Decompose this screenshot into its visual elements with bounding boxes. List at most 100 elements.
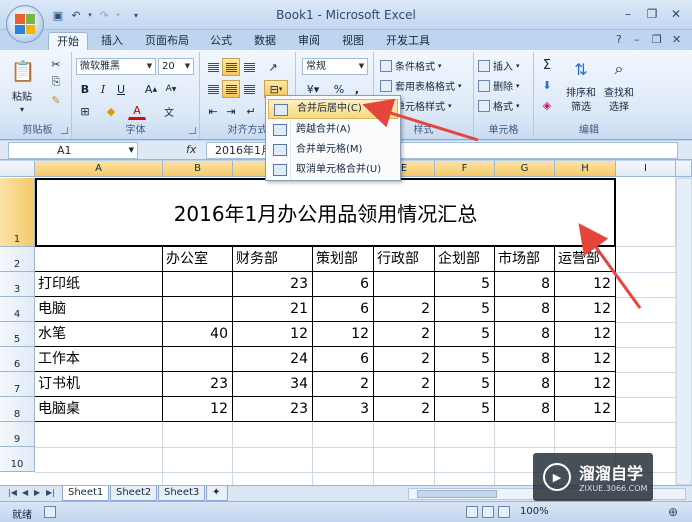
number-format-combo[interactable]: 常规 ▼ <box>302 58 368 75</box>
macro-record-icon[interactable] <box>44 506 56 518</box>
prev-sheet-icon[interactable]: ◀ <box>22 488 28 497</box>
font-color-icon[interactable]: A <box>128 102 146 120</box>
paste-dropdown-icon[interactable]: ▾ <box>12 104 32 114</box>
ribbon-minimize-button[interactable]: – <box>634 33 640 46</box>
cut-icon[interactable]: ✂ <box>48 56 64 72</box>
increase-indent-icon[interactable]: ⇥ <box>222 102 240 120</box>
tab-data[interactable]: 数据 <box>246 32 284 50</box>
italic-button[interactable]: I <box>94 80 112 98</box>
clear-icon[interactable]: ◈ <box>538 96 556 114</box>
sort-filter-label-2[interactable]: 筛选 <box>562 98 600 113</box>
fill-icon[interactable]: ⬇ <box>538 76 556 94</box>
phonetic-icon[interactable]: 文 <box>160 102 178 120</box>
page-break-view-icon[interactable] <box>498 506 510 518</box>
scrollbar-thumb[interactable] <box>417 490 497 498</box>
chevron-down-icon[interactable]: ▼ <box>182 59 193 74</box>
insert-cells-button[interactable]: 插入 ▾ <box>478 58 520 73</box>
orientation-icon[interactable]: ↗ <box>264 58 282 76</box>
align-bottom-icon[interactable] <box>240 58 258 76</box>
tab-insert[interactable]: 插入 <box>93 32 131 50</box>
restore-button[interactable]: ❐ <box>642 5 662 23</box>
copy-icon[interactable]: ⎘ <box>48 74 64 90</box>
cells-group: 插入 ▾ 删除 ▾ 格式 ▾ 单元格 <box>474 52 534 138</box>
first-sheet-icon[interactable]: |◀ <box>8 488 17 497</box>
tab-page-layout[interactable]: 页面布局 <box>137 32 197 50</box>
tab-home[interactable]: 开始 <box>48 32 88 50</box>
format-cells-icon <box>478 99 490 112</box>
insert-function-button[interactable]: fx <box>186 143 196 156</box>
tab-developer[interactable]: 开发工具 <box>378 32 438 50</box>
tab-review[interactable]: 审阅 <box>290 32 328 50</box>
menu-item-merge-cells[interactable]: 合并单元格(M) <box>268 140 398 160</box>
bold-button[interactable]: B <box>76 80 94 98</box>
wrap-text-icon[interactable]: ↵ <box>242 102 260 120</box>
font-size-combo[interactable]: 20 ▼ <box>158 58 194 75</box>
sort-filter-label[interactable]: 排序和 <box>562 84 600 99</box>
chevron-down-icon[interactable]: ▼ <box>129 143 134 158</box>
chevron-down-icon[interactable]: ▼ <box>144 59 155 74</box>
office-button[interactable] <box>6 5 44 43</box>
format-cells-button[interactable]: 格式 ▾ <box>478 98 520 113</box>
next-sheet-icon[interactable]: ▶ <box>34 488 40 497</box>
align-middle-icon[interactable] <box>222 58 240 76</box>
font-launcher-icon[interactable] <box>189 127 196 134</box>
align-center-icon[interactable] <box>222 80 240 98</box>
menu-item-merge-center[interactable]: 合并后居中(C) <box>268 99 398 119</box>
delete-cells-button[interactable]: 删除 ▾ <box>478 78 520 93</box>
increase-font-icon[interactable]: A ▲ <box>142 80 160 98</box>
autosum-icon[interactable]: Σ <box>538 56 556 74</box>
tab-formulas[interactable]: 公式 <box>202 32 240 50</box>
font-name-combo[interactable]: 微软雅黑 ▼ <box>76 58 156 75</box>
decrease-indent-icon[interactable]: ⇤ <box>204 102 222 120</box>
play-logo-icon: ▶ <box>543 463 571 491</box>
page-layout-view-icon[interactable] <box>482 506 494 518</box>
delete-label: 删除 <box>493 82 513 93</box>
minimize-button[interactable]: – <box>618 5 638 23</box>
zoom-in-icon[interactable]: ⊕ <box>668 505 678 519</box>
menu-item-merge-across[interactable]: 跨越合并(A) <box>268 120 398 140</box>
clipboard-launcher-icon[interactable] <box>61 127 68 134</box>
zoom-level[interactable]: 100% <box>520 506 549 517</box>
tab-view[interactable]: 视图 <box>334 32 372 50</box>
workbook-close-button[interactable]: ✕ <box>672 33 681 46</box>
office-logo-icon <box>15 14 35 34</box>
conditional-format-button[interactable]: 条件格式 ▾ <box>380 58 442 73</box>
merge-cells-icon <box>273 144 287 156</box>
sheet-tab-1[interactable]: Sheet1 <box>62 486 110 501</box>
find-select-label-2[interactable]: 选择 <box>600 98 638 113</box>
paste-icon[interactable]: 📋 <box>10 56 36 86</box>
merge-across-icon <box>273 124 287 136</box>
fill-color-icon[interactable]: ◆ <box>102 102 120 120</box>
ribbon-restore-button[interactable]: ❐ <box>652 33 662 46</box>
menu-item-unmerge-cells[interactable]: 取消单元格合并(U) <box>268 160 398 180</box>
chevron-down-icon[interactable]: ▼ <box>356 59 367 74</box>
format-as-table-button[interactable]: 套用表格格式 ▾ <box>380 78 462 93</box>
close-button[interactable]: ✕ <box>666 5 686 23</box>
name-box[interactable]: A1 ▼ <box>8 142 138 159</box>
underline-button[interactable]: U <box>112 80 130 98</box>
sheet-tab-3[interactable]: Sheet3 <box>158 486 206 501</box>
align-right-icon[interactable] <box>240 80 258 98</box>
borders-icon[interactable]: ⊞ <box>76 102 94 120</box>
align-left-icon[interactable] <box>204 80 222 98</box>
normal-view-icon[interactable] <box>466 506 478 518</box>
empty-gridlines <box>35 177 692 485</box>
status-mode: 就绪 <box>12 510 32 521</box>
status-bar: 就绪 100% ⊕ <box>0 501 692 522</box>
insert-sheet-icon[interactable]: ✦ <box>206 486 228 501</box>
paste-button[interactable]: 粘贴 <box>6 88 38 103</box>
merge-center-icon <box>274 104 288 116</box>
find-select-label[interactable]: 查找和 <box>600 84 638 99</box>
worksheet-grid[interactable]: A B C D E F G H I 1 2 3 4 5 6 7 8 9 10 2… <box>0 161 692 485</box>
sort-filter-icon[interactable]: ⇅ <box>566 56 596 82</box>
table-icon <box>380 79 392 92</box>
format-painter-icon[interactable]: ✎ <box>48 92 64 108</box>
help-icon[interactable]: ? <box>616 33 622 46</box>
align-top-icon[interactable] <box>204 58 222 76</box>
find-select-icon[interactable]: ⌕ <box>604 56 634 82</box>
last-sheet-icon[interactable]: ▶| <box>46 488 55 497</box>
sheet-tab-2[interactable]: Sheet2 <box>110 486 158 501</box>
decrease-font-icon[interactable]: A ▼ <box>162 80 180 98</box>
cell-styles-label: 单元格样式 <box>395 102 445 113</box>
title-bar: ▣ ↶ ▾ ↷ ▾ ▾ Book1 - Microsoft Excel – ❐ … <box>0 0 692 43</box>
